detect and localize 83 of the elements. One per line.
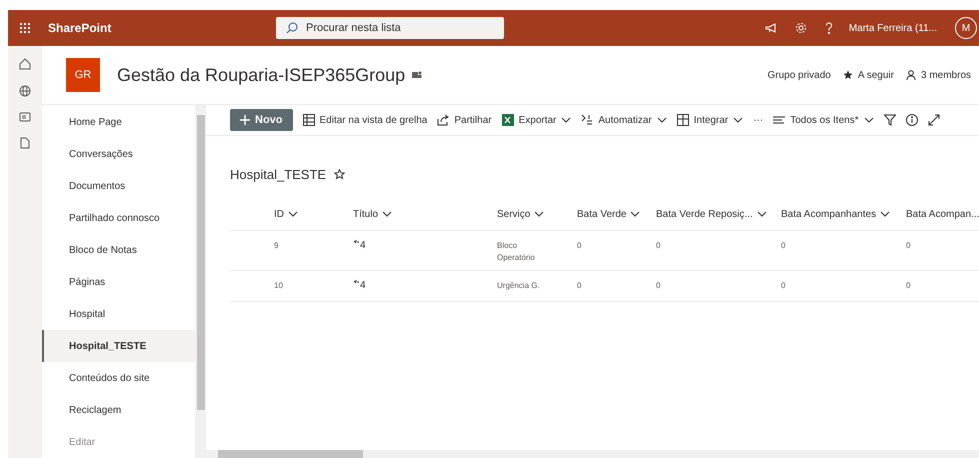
- table-cell: 0: [656, 281, 660, 290]
- table-cell: Bloco Operatório: [497, 241, 535, 262]
- members-button[interactable]: 3 membros: [906, 70, 971, 80]
- nav-item[interactable]: Conteúdos do site: [42, 362, 195, 394]
- share-icon: [437, 114, 450, 126]
- table-cell: 10: [274, 281, 283, 290]
- command-button[interactable]: Integrar: [676, 114, 744, 126]
- user-name[interactable]: Marta Ferreira (11...: [848, 22, 937, 34]
- table-cell: 0: [577, 241, 582, 250]
- edit-link[interactable]: Editar: [42, 426, 195, 458]
- command-button[interactable]: Exportar: [502, 114, 572, 126]
- search-field[interactable]: Procurar nesta lista: [276, 17, 504, 39]
- table-cell: 9: [274, 241, 278, 250]
- new-button[interactable]: Novo: [230, 109, 292, 131]
- nav-item[interactable]: Documentos: [42, 170, 195, 202]
- command-button[interactable]: Partilhar: [437, 114, 492, 126]
- list-icon: [773, 115, 786, 125]
- list-title: Hospital_TESTE: [230, 167, 326, 182]
- table-cell: Urgência G.: [497, 281, 540, 290]
- column-header[interactable]: Bata Verde: [577, 208, 656, 220]
- app-name[interactable]: SharePoint: [48, 21, 276, 35]
- table-cell: 0: [906, 241, 910, 250]
- avatar[interactable]: M: [955, 17, 977, 39]
- table-cell[interactable]: 4: [360, 280, 366, 292]
- globe-icon[interactable]: [19, 85, 31, 97]
- table-cell: 0: [781, 281, 786, 290]
- column-header[interactable]: Bata Acompanhantes: [781, 208, 906, 220]
- column-header[interactable]: Bata Verde Reposiç...: [656, 208, 781, 220]
- filter-icon[interactable]: [884, 114, 896, 126]
- news-icon[interactable]: [19, 112, 31, 122]
- nav-item[interactable]: Páginas: [42, 266, 195, 298]
- megaphone-icon[interactable]: [764, 23, 777, 33]
- chevron-down-icon: [288, 210, 298, 218]
- grid-icon: [302, 114, 314, 126]
- table-cell: 0: [656, 241, 660, 250]
- table-cell[interactable]: 4: [360, 240, 366, 252]
- nav-item[interactable]: Home Page: [42, 106, 195, 138]
- command-button[interactable]: Automatizar: [581, 114, 667, 126]
- table-cell: 0: [781, 241, 786, 250]
- app-launcher-icon[interactable]: [20, 23, 30, 33]
- panel-icon: [676, 114, 689, 126]
- follow-button[interactable]: A seguir: [842, 70, 894, 80]
- help-icon[interactable]: [824, 22, 833, 34]
- scrollbar[interactable]: [206, 450, 979, 458]
- settings-icon[interactable]: [794, 22, 807, 34]
- plus-icon: [240, 115, 250, 125]
- person-icon: [906, 70, 916, 80]
- site-title[interactable]: Gestão da Rouparia-ISEP365Group: [117, 64, 406, 86]
- chevron-down-icon: [880, 210, 890, 218]
- chevron-down-icon: [756, 210, 767, 218]
- info-icon[interactable]: [906, 114, 918, 126]
- privacy-label: Grupo privado: [767, 70, 831, 80]
- nav-item[interactable]: Conversações: [42, 138, 195, 170]
- more-button[interactable]: ···: [753, 114, 764, 126]
- chevron-down-icon: [630, 210, 640, 218]
- chevron-down-icon: [864, 116, 874, 124]
- star-outline-icon[interactable]: [334, 169, 346, 180]
- view-button[interactable]: Todos os Itens*: [773, 114, 874, 126]
- table-cell: 0: [577, 281, 582, 290]
- search-placeholder: Procurar nesta lista: [306, 22, 401, 34]
- command-button[interactable]: Editar na vista de grelha: [302, 114, 428, 126]
- site-logo[interactable]: GR: [66, 58, 100, 92]
- document-icon[interactable]: [20, 137, 30, 149]
- expand-icon[interactable]: [928, 114, 940, 126]
- search-icon: [286, 22, 298, 34]
- column-header[interactable]: Bata Acompan...: [906, 208, 979, 220]
- excel-icon: [502, 114, 514, 126]
- nav-item[interactable]: Hospital_TESTE: [42, 330, 195, 362]
- column-header[interactable]: ID: [274, 208, 353, 220]
- flow-icon: [581, 114, 594, 126]
- table-cell: 0: [906, 281, 910, 290]
- nav-item[interactable]: Reciclagem: [42, 394, 195, 426]
- star-icon: [842, 70, 853, 80]
- nav-item[interactable]: Bloco de Notas: [42, 234, 195, 266]
- nav-item[interactable]: Partilhado connosco: [42, 202, 195, 234]
- chevron-down-icon: [534, 210, 544, 218]
- nav-item[interactable]: Hospital: [42, 298, 195, 330]
- column-header[interactable]: Título: [353, 208, 497, 220]
- chevron-down-icon: [382, 210, 392, 218]
- scrollbar[interactable]: [195, 105, 206, 458]
- home-icon[interactable]: [19, 58, 31, 70]
- teams-icon: [411, 70, 422, 79]
- column-header[interactable]: Serviço: [497, 208, 577, 220]
